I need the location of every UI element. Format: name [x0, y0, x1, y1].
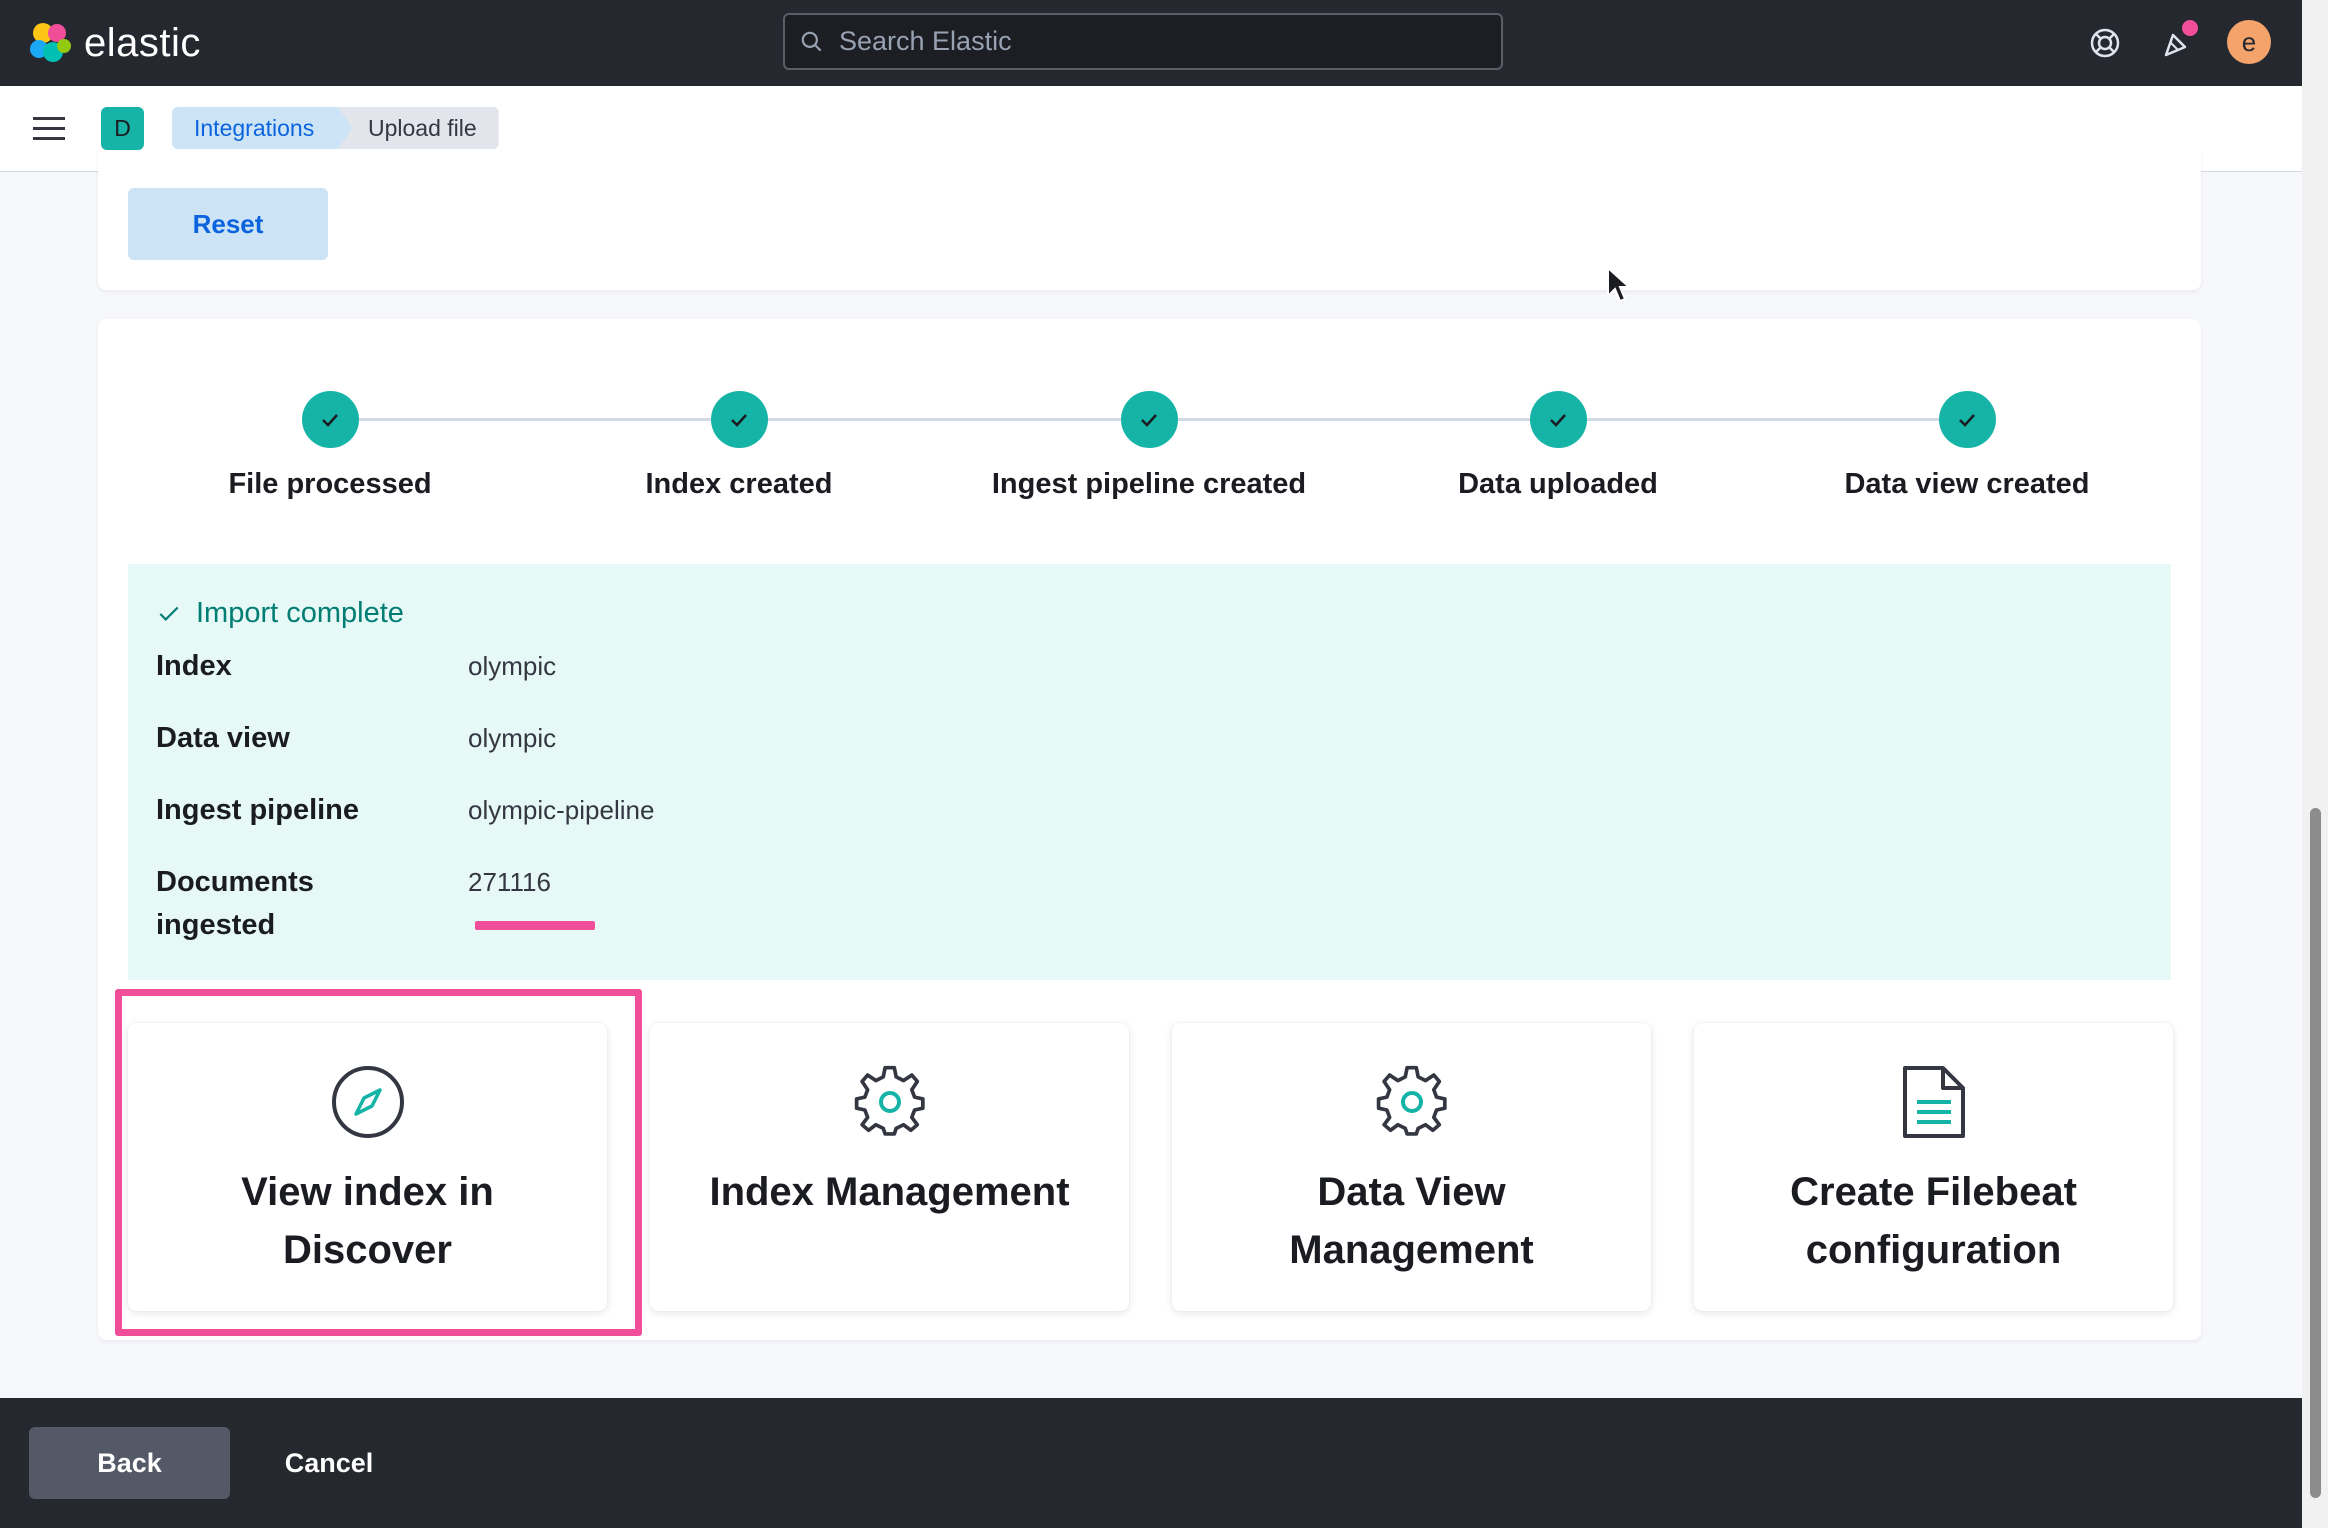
- user-avatar[interactable]: e: [2227, 20, 2271, 64]
- back-button[interactable]: Back: [29, 1427, 230, 1499]
- file-summary-panel: Reset: [98, 150, 2201, 290]
- compass-icon: [128, 1063, 607, 1141]
- card-title: View index in Discover: [241, 1170, 494, 1272]
- news-feed-button[interactable]: [2156, 20, 2198, 64]
- step-data-uploaded: Data uploaded: [1348, 391, 1768, 501]
- mouse-cursor-icon: [1607, 266, 1632, 303]
- import-progress-steps: File processed Index created Ingest pipe…: [98, 391, 2201, 511]
- step-label: Data uploaded: [1458, 468, 1658, 500]
- import-complete-callout: Import complete Index olympic Data view …: [128, 564, 2171, 980]
- breadcrumb-integrations[interactable]: Integrations: [172, 107, 354, 149]
- step-complete-check-icon: [301, 391, 359, 448]
- step-data-view-created: Data view created: [1757, 391, 2177, 501]
- ingest-pipeline-value: olympic-pipeline: [468, 795, 655, 825]
- menu-toggle-button[interactable]: [28, 108, 70, 150]
- gear-icon: [650, 1063, 1129, 1141]
- step-label: Data view created: [1844, 468, 2090, 500]
- step-complete-check-icon: [1120, 391, 1178, 448]
- annotation-underline: [475, 921, 595, 930]
- callout-title: Import complete: [156, 597, 404, 630]
- ingest-pipeline-key: Ingest pipeline: [156, 794, 360, 826]
- step-complete-check-icon: [1529, 391, 1587, 448]
- step-complete-check-icon: [710, 391, 768, 448]
- check-icon: [159, 606, 179, 621]
- elastic-logo[interactable]: elastic: [26, 19, 201, 67]
- step-label: File processed: [228, 468, 432, 500]
- index-management-card[interactable]: Index Management: [650, 1023, 1129, 1311]
- step-ingest-pipeline-created: Ingest pipeline created: [939, 391, 1359, 501]
- import-results-panel: File processed Index created Ingest pipe…: [98, 319, 2201, 1340]
- card-title: Create Filebeat configuration: [1790, 1170, 2077, 1272]
- documents-ingested-value: 271116: [468, 867, 551, 897]
- hamburger-menu-icon: [33, 117, 65, 140]
- space-avatar[interactable]: D: [101, 107, 144, 150]
- breadcrumb-upload-file: Upload file: [338, 107, 499, 149]
- search-icon: [801, 31, 822, 51]
- documents-ingested-key: Documents ingested: [156, 866, 314, 941]
- document-icon: [1694, 1063, 2173, 1141]
- lifebuoy-icon: [2090, 28, 2120, 58]
- step-complete-check-icon: [1938, 391, 1996, 448]
- cancel-button[interactable]: Cancel: [268, 1427, 390, 1499]
- gear-icon: [1172, 1063, 1651, 1141]
- data-view-value: olympic: [468, 723, 557, 753]
- index-value: olympic: [468, 651, 557, 681]
- step-index-created: Index created: [529, 391, 949, 501]
- top-header: elastic e: [0, 0, 2302, 86]
- index-key: Index: [156, 650, 232, 682]
- card-title: Index Management: [709, 1170, 1070, 1214]
- data-view-management-card[interactable]: Data View Management: [1172, 1023, 1651, 1311]
- create-filebeat-config-card[interactable]: Create Filebeat configuration: [1694, 1023, 2173, 1311]
- step-label: Index created: [645, 468, 833, 500]
- step-label: Ingest pipeline created: [991, 468, 1307, 500]
- data-view-key: Data view: [156, 722, 290, 754]
- reset-button[interactable]: Reset: [128, 188, 328, 260]
- step-file-processed: File processed: [120, 391, 540, 501]
- help-button[interactable]: [2084, 22, 2126, 64]
- card-title: Data View Management: [1289, 1170, 1534, 1272]
- notification-dot: [2182, 20, 2198, 36]
- search-input[interactable]: [839, 26, 1459, 57]
- elastic-logo-icon: [30, 23, 71, 62]
- import-complete-title: Import complete: [196, 597, 404, 629]
- search-bar[interactable]: [783, 13, 1503, 70]
- page-scrollbar[interactable]: [2302, 0, 2328, 1528]
- bottom-action-bar: Back Cancel: [0, 1398, 2302, 1528]
- scrollbar-thumb[interactable]: [2310, 808, 2321, 1498]
- logo-text: elastic: [84, 20, 201, 65]
- view-in-discover-card[interactable]: View index in Discover: [128, 1023, 607, 1311]
